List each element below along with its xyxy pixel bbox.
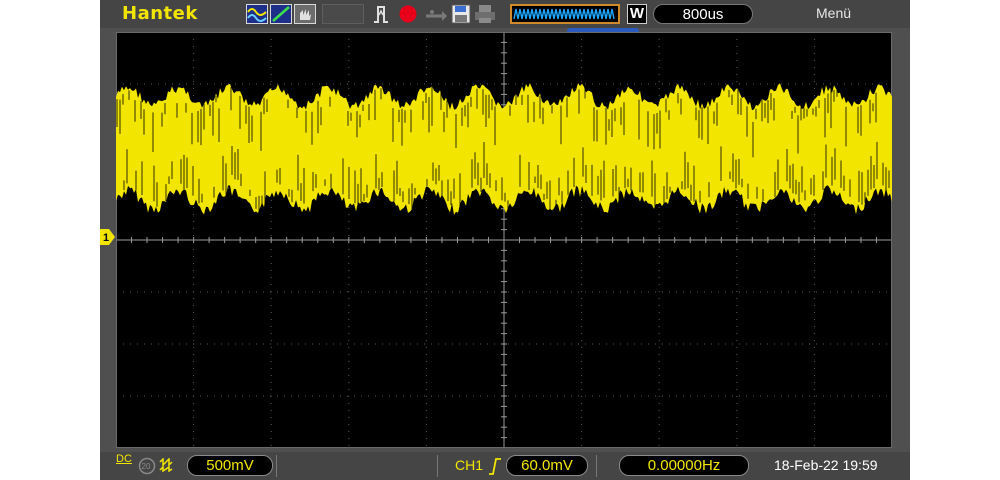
- waveform-display: [116, 32, 892, 448]
- persistence-icon[interactable]: [294, 4, 316, 24]
- usb-icon: [424, 4, 448, 24]
- display-slot: [322, 4, 364, 24]
- svg-text:20: 20: [142, 462, 151, 471]
- date-time: 18-Feb-22 19:59: [774, 457, 878, 473]
- coupling-indicator: DC: [116, 453, 132, 465]
- stop-indicator-icon[interactable]: [398, 4, 418, 24]
- ch1-scale-readout[interactable]: 500mV: [187, 455, 273, 476]
- timebase-readout[interactable]: 800us: [653, 4, 753, 24]
- divider: [596, 455, 597, 477]
- rising-edge-icon: [488, 456, 502, 476]
- top-status-bar: Hantek W 800us Menü: [100, 0, 910, 28]
- frequency-readout: 0.00000Hz: [619, 455, 749, 476]
- waveform-window-icon[interactable]: [510, 4, 620, 24]
- ch1-marker-label: 1: [103, 232, 109, 244]
- brand-logo: Hantek: [122, 3, 198, 24]
- invert-icon: [159, 458, 181, 478]
- menu-button[interactable]: Menü: [816, 5, 851, 21]
- bottom-status-bar: DC 20 500mV CH1 60.0mV 0.00000Hz 18-Feb-…: [100, 452, 910, 480]
- wave-display-icon[interactable]: [246, 4, 268, 24]
- ch1-waveform: [116, 83, 892, 215]
- divider: [437, 455, 438, 477]
- trigger-source: CH1: [455, 457, 484, 473]
- trigger-level-readout[interactable]: 60.0mV: [506, 455, 588, 476]
- pulse-trigger-icon: [372, 4, 390, 24]
- bandwidth-limit-icon: 20: [138, 457, 156, 477]
- divider: [276, 455, 277, 477]
- acquire-mode-badge: W: [627, 4, 647, 24]
- ch1-level-marker[interactable]: 1: [100, 229, 116, 245]
- oscilloscope-screen: Hantek W 800us Menü 1 DC 20 500mV CH1 60…: [100, 0, 910, 480]
- vector-display-icon[interactable]: [270, 4, 292, 24]
- save-icon[interactable]: [451, 4, 471, 24]
- print-icon[interactable]: [474, 4, 496, 24]
